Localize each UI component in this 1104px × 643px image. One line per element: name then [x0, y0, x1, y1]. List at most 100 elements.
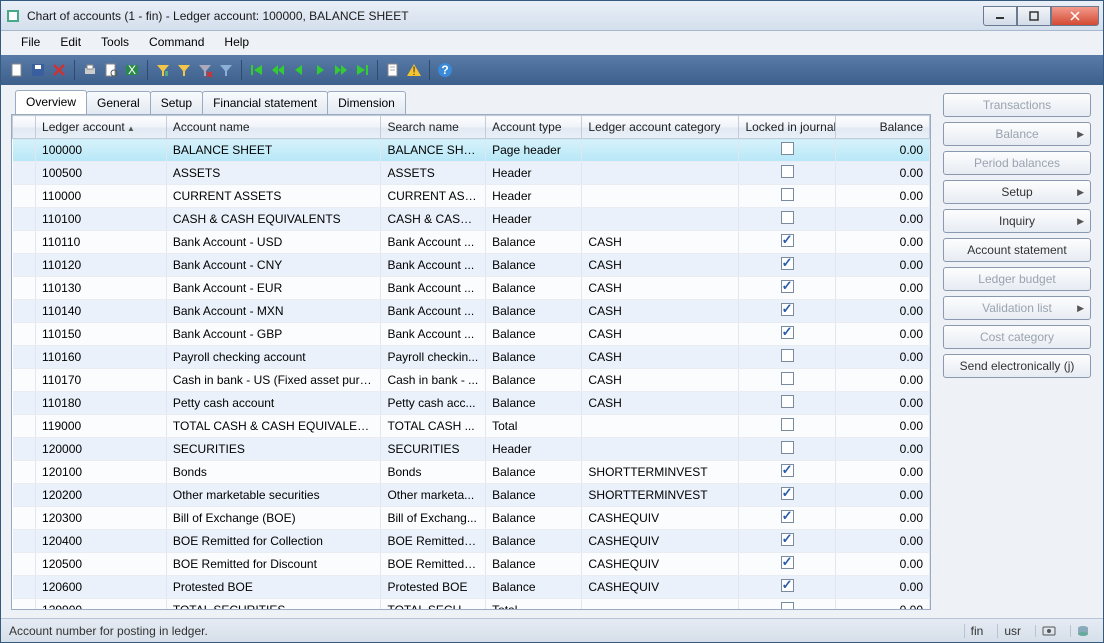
ledger-budget-button[interactable]: Ledger budget: [943, 267, 1091, 291]
minimize-button[interactable]: [983, 6, 1017, 26]
cell-search[interactable]: BOE Remitted f...: [381, 530, 486, 553]
tab-financial-statement[interactable]: Financial statement: [202, 91, 328, 114]
cell-ledger[interactable]: 100500: [36, 162, 167, 185]
table-row[interactable]: 119000TOTAL CASH & CASH EQUIVALENTSTOTAL…: [13, 415, 930, 438]
table-row[interactable]: 120500BOE Remitted for DiscountBOE Remit…: [13, 553, 930, 576]
cell-category[interactable]: [582, 599, 739, 610]
col-rowselector[interactable]: [13, 116, 36, 139]
cell-category[interactable]: CASH: [582, 392, 739, 415]
cell-type[interactable]: Balance: [486, 277, 582, 300]
col-ledger-category[interactable]: Ledger account category: [582, 116, 739, 139]
cell-ledger[interactable]: 110180: [36, 392, 167, 415]
cell-name[interactable]: SECURITIES: [166, 438, 381, 461]
cell-category[interactable]: [582, 162, 739, 185]
cell-balance[interactable]: 0.00: [835, 208, 929, 231]
cell-name[interactable]: Payroll checking account: [166, 346, 381, 369]
cell-balance[interactable]: 0.00: [835, 438, 929, 461]
next-icon[interactable]: [310, 60, 330, 80]
cell-locked[interactable]: [739, 231, 835, 254]
cell-ledger[interactable]: 110150: [36, 323, 167, 346]
accounts-grid[interactable]: Ledger account Account name Search name …: [12, 115, 930, 609]
next-page-icon[interactable]: [331, 60, 351, 80]
cell-ledger[interactable]: 120000: [36, 438, 167, 461]
cell-ledger[interactable]: 120600: [36, 576, 167, 599]
table-row[interactable]: 120000SECURITIESSECURITIESHeader0.00: [13, 438, 930, 461]
cell-locked[interactable]: [739, 300, 835, 323]
print-preview-icon[interactable]: [101, 60, 121, 80]
grid-scroll[interactable]: Ledger account Account name Search name …: [12, 115, 930, 609]
row-handle[interactable]: [13, 323, 36, 346]
row-handle[interactable]: [13, 599, 36, 610]
cell-locked[interactable]: [739, 139, 835, 162]
cell-name[interactable]: CASH & CASH EQUIVALENTS: [166, 208, 381, 231]
cell-balance[interactable]: 0.00: [835, 139, 929, 162]
tab-general[interactable]: General: [86, 91, 151, 114]
cell-search[interactable]: Bill of Exchang...: [381, 507, 486, 530]
row-handle[interactable]: [13, 300, 36, 323]
cell-balance[interactable]: 0.00: [835, 553, 929, 576]
cell-balance[interactable]: 0.00: [835, 231, 929, 254]
row-handle[interactable]: [13, 369, 36, 392]
cell-balance[interactable]: 0.00: [835, 185, 929, 208]
cell-locked[interactable]: [739, 507, 835, 530]
tab-setup[interactable]: Setup: [150, 91, 203, 114]
cell-category[interactable]: [582, 208, 739, 231]
tab-overview[interactable]: Overview: [15, 90, 87, 114]
cell-category[interactable]: CASH: [582, 346, 739, 369]
cell-ledger[interactable]: 120300: [36, 507, 167, 530]
table-row[interactable]: 110100CASH & CASH EQUIVALENTSCASH & CASH…: [13, 208, 930, 231]
cell-type[interactable]: Balance: [486, 576, 582, 599]
table-row[interactable]: 120300Bill of Exchange (BOE)Bill of Exch…: [13, 507, 930, 530]
period-balances-button[interactable]: Period balances: [943, 151, 1091, 175]
cell-type[interactable]: Balance: [486, 231, 582, 254]
cell-type[interactable]: Header: [486, 185, 582, 208]
close-button[interactable]: [1051, 6, 1099, 26]
cell-balance[interactable]: 0.00: [835, 300, 929, 323]
row-handle[interactable]: [13, 346, 36, 369]
cell-name[interactable]: Bank Account - CNY: [166, 254, 381, 277]
row-handle[interactable]: [13, 553, 36, 576]
table-row[interactable]: 110130Bank Account - EURBank Account ...…: [13, 277, 930, 300]
balance-button[interactable]: Balance▶: [943, 122, 1091, 146]
table-row[interactable]: 110000CURRENT ASSETSCURRENT ASSE...Heade…: [13, 185, 930, 208]
cell-name[interactable]: CURRENT ASSETS: [166, 185, 381, 208]
table-row[interactable]: 110110Bank Account - USDBank Account ...…: [13, 231, 930, 254]
checkbox-icon[interactable]: [781, 372, 794, 385]
cell-search[interactable]: Bank Account ...: [381, 254, 486, 277]
checkbox-icon[interactable]: [781, 395, 794, 408]
cell-balance[interactable]: 0.00: [835, 254, 929, 277]
transactions-button[interactable]: Transactions: [943, 93, 1091, 117]
cell-type[interactable]: Total: [486, 599, 582, 610]
cell-name[interactable]: ASSETS: [166, 162, 381, 185]
cell-search[interactable]: Payroll checkin...: [381, 346, 486, 369]
cell-type[interactable]: Total: [486, 415, 582, 438]
cell-name[interactable]: Protested BOE: [166, 576, 381, 599]
menu-command[interactable]: Command: [139, 31, 214, 55]
cell-type[interactable]: Balance: [486, 553, 582, 576]
cell-search[interactable]: Cash in bank - ...: [381, 369, 486, 392]
cell-locked[interactable]: [739, 484, 835, 507]
cell-category[interactable]: SHORTTERMINVEST: [582, 484, 739, 507]
cell-type[interactable]: Balance: [486, 530, 582, 553]
col-balance[interactable]: Balance: [835, 116, 929, 139]
cell-name[interactable]: Other marketable securities: [166, 484, 381, 507]
table-row[interactable]: 120200Other marketable securitiesOther m…: [13, 484, 930, 507]
last-icon[interactable]: [352, 60, 372, 80]
cell-ledger[interactable]: 120100: [36, 461, 167, 484]
delete-icon[interactable]: [49, 60, 69, 80]
cell-balance[interactable]: 0.00: [835, 507, 929, 530]
cell-type[interactable]: Header: [486, 208, 582, 231]
cell-type[interactable]: Balance: [486, 392, 582, 415]
filter-clear-icon[interactable]: [195, 60, 215, 80]
cell-category[interactable]: CASHEQUIV: [582, 576, 739, 599]
warning-icon[interactable]: !: [404, 60, 424, 80]
document-icon[interactable]: [383, 60, 403, 80]
cell-category[interactable]: [582, 185, 739, 208]
cell-balance[interactable]: 0.00: [835, 576, 929, 599]
account-statement-button[interactable]: Account statement: [943, 238, 1091, 262]
cell-search[interactable]: Protested BOE: [381, 576, 486, 599]
checkbox-icon[interactable]: [781, 349, 794, 362]
cell-balance[interactable]: 0.00: [835, 392, 929, 415]
prev-icon[interactable]: [289, 60, 309, 80]
save-icon[interactable]: [28, 60, 48, 80]
